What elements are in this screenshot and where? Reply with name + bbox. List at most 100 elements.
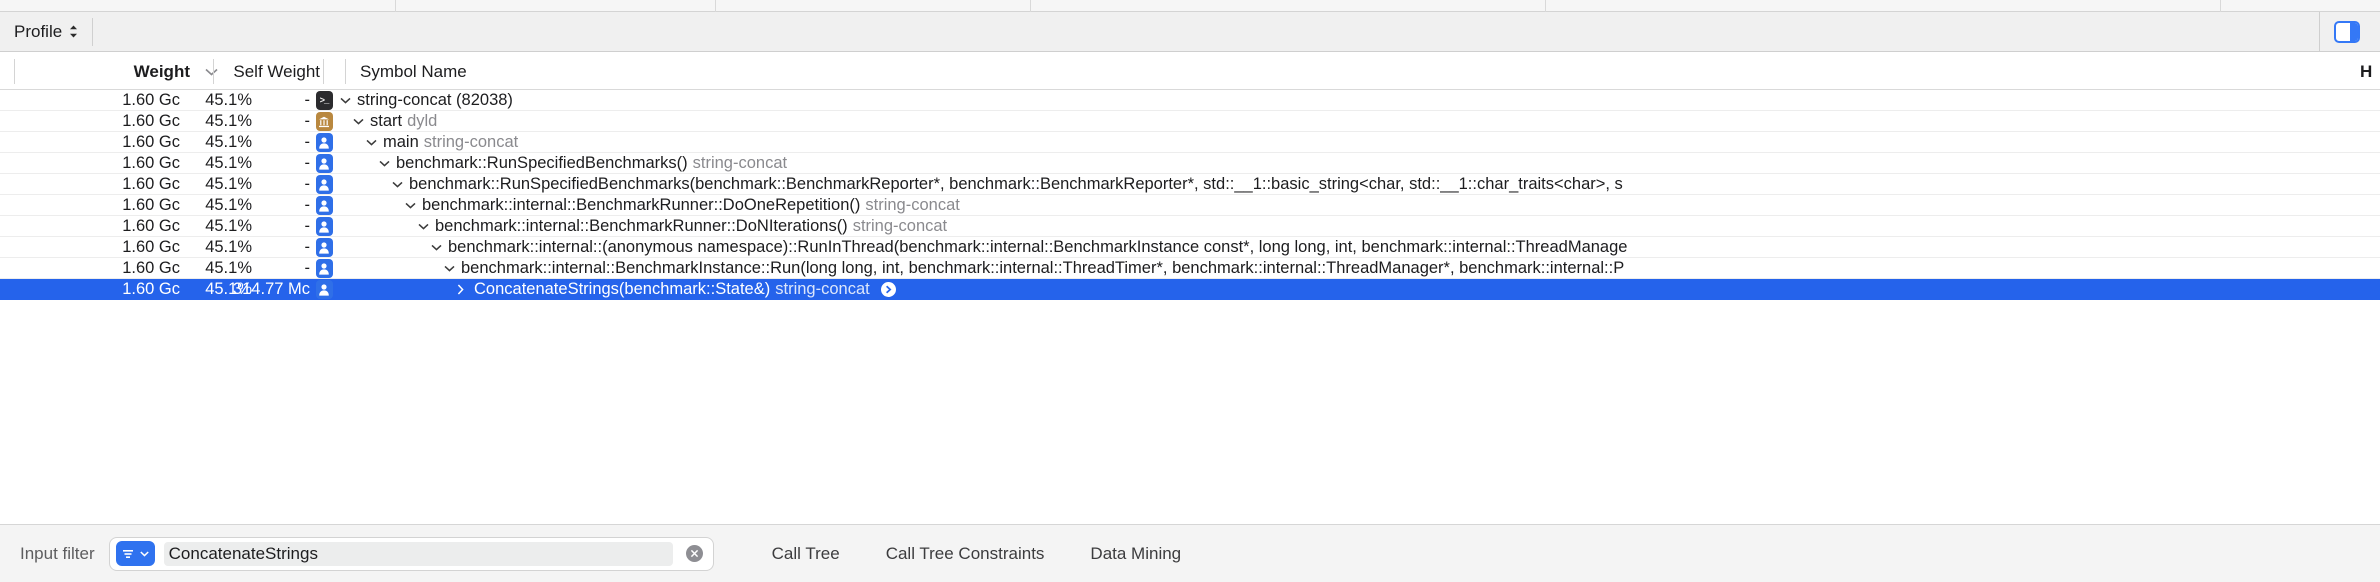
row-weight: 1.60 Gc [122,154,180,172]
row-weight: 1.60 Gc [122,259,180,277]
row-icon [313,132,335,153]
column-header-symbol-name[interactable]: Symbol Name [360,53,467,90]
row-weight: 1.60 Gc [122,91,180,109]
table-row[interactable]: 1.60 Gc 45.1% - >_ string-concat (82038) [0,90,2380,111]
instruments-call-tree-panel: Profile Weight Self Weight Symbol Name H [0,0,2380,582]
row-symbol[interactable]: benchmark::internal::(anonymous namespac… [431,237,1627,258]
row-module-name: string-concat [423,133,519,151]
row-icon [313,153,335,174]
disclosure-expanded-icon[interactable] [418,223,430,230]
row-symbol-name: ConcatenateStrings(benchmark::State&) [474,280,771,298]
disclosure-expanded-icon[interactable] [379,160,391,167]
table-row[interactable]: 1.60 Gc 45.1% - benchmark::internal::Benchm… [0,216,2380,237]
user-code-icon [315,133,333,152]
jump-bar-divider [92,17,94,46]
row-module-name: dyld [407,112,438,130]
row-symbol[interactable]: main string-concat [366,132,518,153]
row-symbol[interactable]: ConcatenateStrings(benchmark::State&) str… [457,279,896,300]
row-symbol[interactable]: start dyld [353,111,437,132]
row-weight: 1.60 Gc [122,280,180,298]
call-tree-button[interactable]: Call Tree [756,538,856,570]
table-row[interactable]: 1.60 Gc 45.1% 314.77 Mc ConcatenateStrings(… [0,279,2380,300]
focus-subtree-button[interactable] [880,282,896,297]
row-weight: 1.60 Gc [122,175,180,193]
disclosure-expanded-icon[interactable] [405,202,417,209]
row-icon [313,258,335,279]
row-icon [313,237,335,258]
column-header-overflow: H [2360,61,2373,81]
filter-value-text[interactable]: ConcatenateStrings [163,541,673,566]
table-row[interactable]: 1.60 Gc 45.1% - benchmark::internal::(anony… [0,237,2380,258]
disclosure-expanded-icon[interactable] [431,244,443,251]
clear-circle-icon[interactable] [685,545,703,562]
disclosure-expanded-icon[interactable] [340,97,352,104]
user-code-icon [315,217,333,236]
row-percent: 45.1% [205,91,252,109]
table-row[interactable]: 1.60 Gc 45.1% - benchmark::RunSpecifiedBenc… [0,153,2380,174]
user-code-icon [315,259,333,278]
row-icon [313,279,335,300]
row-icon [313,111,335,132]
row-percent: 45.1% [205,112,252,130]
row-symbol[interactable]: string-concat (82038) [340,90,513,111]
input-filter-label: Input filter [20,543,95,563]
timeline-strip [0,0,2380,12]
row-self-weight: - [304,175,311,193]
table-row[interactable]: 1.60 Gc 45.1% - benchmark::internal::Benchm… [0,195,2380,216]
call-tree-constraints-button[interactable]: Call Tree Constraints [870,538,1061,570]
row-self-weight: 314.77 Mc [232,280,310,298]
chevron-down-icon[interactable] [205,53,218,90]
user-code-icon [315,238,333,257]
disclosure-expanded-icon[interactable] [392,181,404,188]
row-weight: 1.60 Gc [122,133,180,151]
row-percent: 45.1% [205,196,252,214]
row-symbol[interactable]: benchmark::RunSpecifiedBenchmarks() strin… [379,153,787,174]
row-icon [313,216,335,237]
row-symbol[interactable]: benchmark::internal::BenchmarkRunner::Do… [418,216,947,237]
row-weight: 1.60 Gc [122,196,180,214]
row-module-name: string-concat [692,154,788,172]
profile-popup-button[interactable]: Profile [0,12,92,52]
row-self-weight: - [304,196,311,214]
row-module-name: string-concat [865,196,960,214]
row-icon: >_ [313,90,335,111]
row-symbol-name: benchmark::internal::BenchmarkInstance::… [461,259,1625,277]
row-self-weight: - [304,259,311,277]
table-row[interactable]: 1.60 Gc 45.1% - benchmark::internal::Benchm… [0,258,2380,279]
table-row[interactable]: 1.60 Gc 45.1% - main string-concat [0,132,2380,153]
row-symbol-name: main [383,133,419,151]
row-self-weight: - [304,112,311,130]
column-header-weight[interactable]: Weight [0,53,200,90]
row-weight: 1.60 Gc [122,112,180,130]
user-code-icon [315,280,333,299]
row-symbol[interactable]: benchmark::internal::BenchmarkInstance::… [444,258,1624,279]
chevron-up-down-icon [69,25,78,38]
data-mining-button[interactable]: Data Mining [1074,538,1197,570]
row-icon [313,174,335,195]
row-percent: 45.1% [205,154,252,172]
row-self-weight: - [304,133,311,151]
row-self-weight: - [304,154,311,172]
table-row[interactable]: 1.60 Gc 45.1% - benchmark::RunSpecifiedBenc… [0,174,2380,195]
row-weight: 1.60 Gc [122,238,180,256]
disclosure-expanded-icon[interactable] [353,118,365,125]
disclosure-expanded-icon[interactable] [366,139,378,146]
search-input[interactable]: ConcatenateStrings [108,536,714,571]
row-symbol-name: string-concat (82038) [357,91,513,109]
row-symbol[interactable]: benchmark::RunSpecifiedBenchmarks(benchm… [392,174,1623,195]
row-percent: 45.1% [205,259,252,277]
user-code-icon [315,196,333,215]
user-code-icon [315,154,333,173]
user-code-icon [315,175,333,194]
filter-menu-icon[interactable] [115,541,155,566]
row-self-weight: - [304,217,311,235]
row-symbol-name: benchmark::internal::(anonymous namespac… [448,238,1628,256]
table-row[interactable]: 1.60 Gc 45.1% - start dyld [0,111,2380,132]
right-panel-icon[interactable] [2334,20,2360,43]
disclosure-collapsed-icon[interactable] [457,284,469,295]
row-symbol[interactable]: benchmark::internal::BenchmarkRunner::Do… [405,195,960,216]
call-tree-rows[interactable]: 1.60 Gc 45.1% - >_ string-concat (82038) 1.60… [0,90,2380,316]
library-icon [315,112,333,131]
column-header-self-weight[interactable]: Self Weight [230,53,320,90]
disclosure-expanded-icon[interactable] [444,265,456,272]
